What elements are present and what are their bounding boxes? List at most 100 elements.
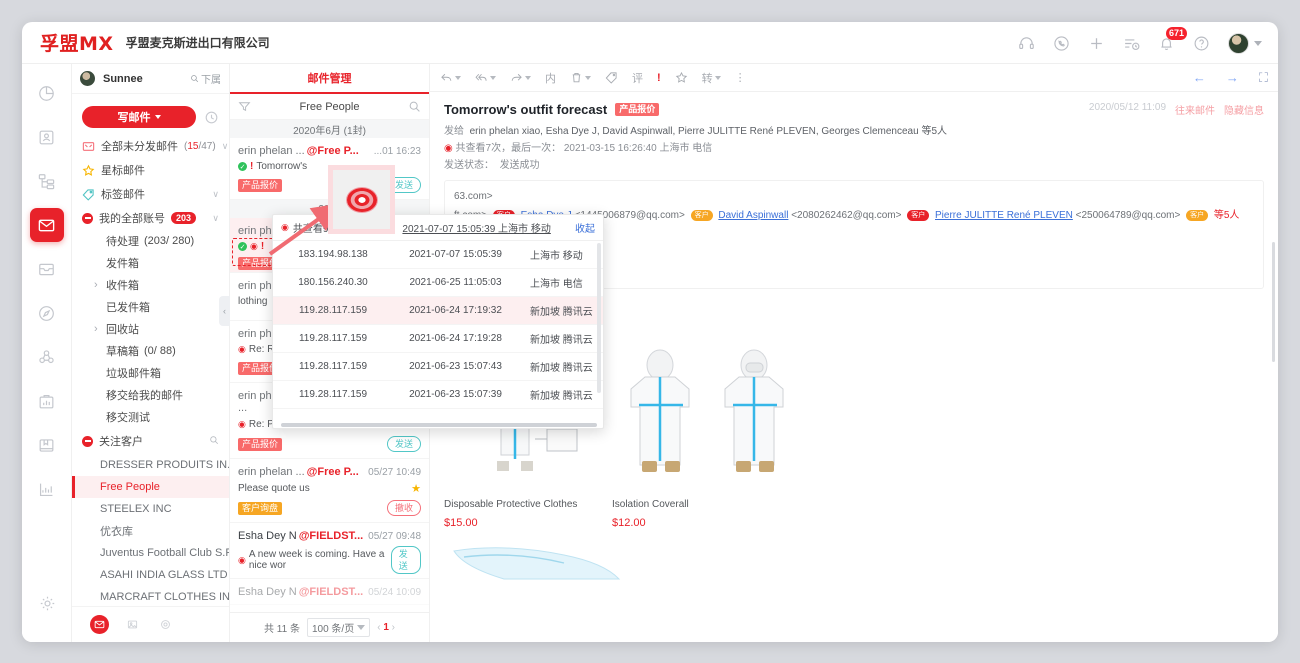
sidebar-item-inbox[interactable]: 收件箱: [72, 274, 229, 296]
sidebar-item-sent[interactable]: 已发件箱: [72, 296, 229, 318]
inbox-icon[interactable]: [30, 252, 64, 286]
next-arrow-icon[interactable]: →: [1226, 70, 1239, 85]
refresh-icon[interactable]: [204, 110, 219, 125]
sidebar-item-drafts[interactable]: 草稿箱 (0/ 88): [72, 340, 229, 362]
mail-compose-icon[interactable]: [90, 615, 109, 634]
team-icon[interactable]: [30, 340, 64, 374]
sidebar-item-customer[interactable]: DRESSER PRODUITS IN...: [72, 454, 229, 476]
org-chart-icon[interactable]: [30, 164, 64, 198]
transfer-icon[interactable]: 转: [702, 70, 721, 86]
sidebar-item-customer[interactable]: Juventus Football Club S.P.A: [72, 542, 229, 564]
chevron-down-icon[interactable]: ∨: [212, 189, 219, 200]
more-recipients[interactable]: 等5人: [1214, 210, 1240, 221]
chevron-down-icon: [1254, 41, 1262, 46]
dashboard-icon[interactable]: [30, 76, 64, 110]
settings-icon[interactable]: [156, 615, 175, 634]
collapse-link[interactable]: 收起: [575, 220, 595, 235]
page-size-select[interactable]: 100 条/页: [307, 618, 370, 637]
mail-icon[interactable]: [30, 208, 64, 242]
tag-icon[interactable]: [605, 71, 618, 84]
tracking-eye-icon[interactable]: ◉: [238, 555, 246, 566]
reply-icon[interactable]: [440, 71, 461, 84]
avatar-menu[interactable]: [1228, 33, 1262, 54]
tab-mail-management[interactable]: 邮件管理: [230, 64, 429, 94]
history-list-icon[interactable]: [1123, 35, 1140, 52]
recipient-link[interactable]: David Aspinwall: [718, 210, 788, 221]
tracking-eye-icon[interactable]: ◉: [250, 241, 258, 252]
sidebar-item-customer[interactable]: 优衣库: [72, 520, 229, 542]
sidebar-item-transfer-test[interactable]: 移交测试: [72, 406, 229, 428]
sidebar-item-outbox[interactable]: 发件箱: [72, 252, 229, 274]
delete-icon[interactable]: [570, 71, 591, 84]
sidebar-section-customers[interactable]: 关注客户: [72, 428, 229, 454]
fullscreen-icon[interactable]: ⛶: [1259, 70, 1268, 86]
forward-icon[interactable]: [510, 71, 531, 84]
prev-arrow-icon[interactable]: ←: [1193, 70, 1206, 85]
hide-info-link[interactable]: 隐藏信息: [1224, 102, 1264, 117]
mail-tag: 产品报价: [238, 438, 282, 451]
sidebar-item-my-accounts[interactable]: 我的全部账号 203 ∨: [72, 206, 229, 230]
popup-scrollbar-horizontal[interactable]: [273, 423, 604, 428]
whatsapp-icon[interactable]: [1053, 35, 1070, 52]
sidebar-collapse-handle[interactable]: ‹: [219, 296, 230, 326]
search-icon[interactable]: [209, 435, 219, 448]
detail-scrollbar[interactable]: [1272, 242, 1275, 362]
sidebar-item-customer[interactable]: MARCRAFT CLOTHES INC: [72, 586, 229, 608]
notification-badge: 671: [1166, 27, 1187, 40]
bell-icon[interactable]: 671: [1158, 35, 1175, 52]
subordinate-filter[interactable]: 下属: [190, 71, 221, 86]
pagination[interactable]: ‹ 1 ›: [377, 622, 395, 633]
recipient-link[interactable]: Pierre JULITTE René PLEVEN: [935, 210, 1073, 221]
star-icon[interactable]: ★: [411, 482, 421, 495]
list-item[interactable]: Esha Dey N @FIELDST... 05/24 10:09: [230, 579, 429, 605]
sidebar-item-label: 移交给我的邮件: [106, 387, 183, 403]
tracking-eye-icon[interactable]: ◉: [238, 344, 246, 355]
report-icon[interactable]: [30, 384, 64, 418]
search-label[interactable]: Free People: [257, 101, 402, 113]
compose-button[interactable]: 写邮件: [82, 106, 196, 128]
mail-status-button[interactable]: 撤收: [387, 500, 421, 516]
ip-cell: 119.28.117.159: [273, 361, 393, 372]
list-item[interactable]: Esha Dey N @FIELDST... 05/27 09:48 ◉ A n…: [230, 523, 429, 579]
reply-all-icon[interactable]: [475, 71, 496, 84]
collapse-minus-icon[interactable]: [82, 213, 93, 224]
internal-icon[interactable]: 内: [545, 70, 556, 86]
search-icon[interactable]: [408, 100, 421, 113]
comment-icon[interactable]: 评: [632, 70, 643, 86]
image-icon[interactable]: [123, 615, 142, 634]
sidebar-item-spam[interactable]: 垃圾邮件箱: [72, 362, 229, 384]
headset-icon[interactable]: [1018, 35, 1035, 52]
sidebar-item-customer-selected[interactable]: Free People: [72, 476, 229, 498]
mail-account: @FIELDST...: [299, 586, 364, 598]
star-icon[interactable]: [675, 71, 688, 84]
sidebar-item-customer[interactable]: STEELEX INC: [72, 498, 229, 520]
urgent-icon[interactable]: !: [657, 72, 661, 84]
help-icon[interactable]: [1193, 35, 1210, 52]
sidebar-item-tagged[interactable]: 标签邮件 ∨: [72, 182, 229, 206]
compass-icon[interactable]: [30, 296, 64, 330]
sidebar-item-transferred[interactable]: 移交给我的邮件: [72, 384, 229, 406]
chevron-down-icon[interactable]: ∨: [212, 213, 219, 224]
related-mail-link[interactable]: 往来邮件: [1175, 102, 1215, 117]
popup-scrollbar-vertical[interactable]: [597, 243, 601, 393]
more-icon[interactable]: ⋮: [735, 71, 746, 84]
sidebar-item-trash[interactable]: 回收站: [72, 318, 229, 340]
sidebar-item-starred[interactable]: 星标邮件: [72, 158, 229, 182]
book-icon[interactable]: [30, 428, 64, 462]
chevron-down-icon[interactable]: ∨: [222, 141, 229, 152]
mail-status-button[interactable]: 发送: [391, 546, 421, 574]
sidebar-item-unsorted[interactable]: 全部未分发邮件 (15/47) ∨: [72, 134, 229, 158]
account-header[interactable]: Sunnee 下属: [72, 64, 229, 94]
plus-icon[interactable]: [1088, 35, 1105, 52]
mail-status-button[interactable]: 发送: [387, 436, 421, 452]
filter-icon[interactable]: [238, 100, 251, 113]
mail-list-footer: 共 11 条 100 条/页 ‹ 1 ›: [230, 612, 429, 642]
sidebar-item-pending[interactable]: 待处理 (203/ 280): [72, 230, 229, 252]
analytics-icon[interactable]: [30, 472, 64, 506]
gear-icon[interactable]: [30, 586, 64, 620]
list-item[interactable]: erin phelan ... @Free P... 05/27 10:49 P…: [230, 459, 429, 523]
contact-card-icon[interactable]: [30, 120, 64, 154]
tracking-eye-icon[interactable]: ◉: [238, 419, 246, 430]
collapse-minus-icon[interactable]: [82, 436, 93, 447]
sidebar-item-customer[interactable]: ASAHI INDIA GLASS LTD: [72, 564, 229, 586]
